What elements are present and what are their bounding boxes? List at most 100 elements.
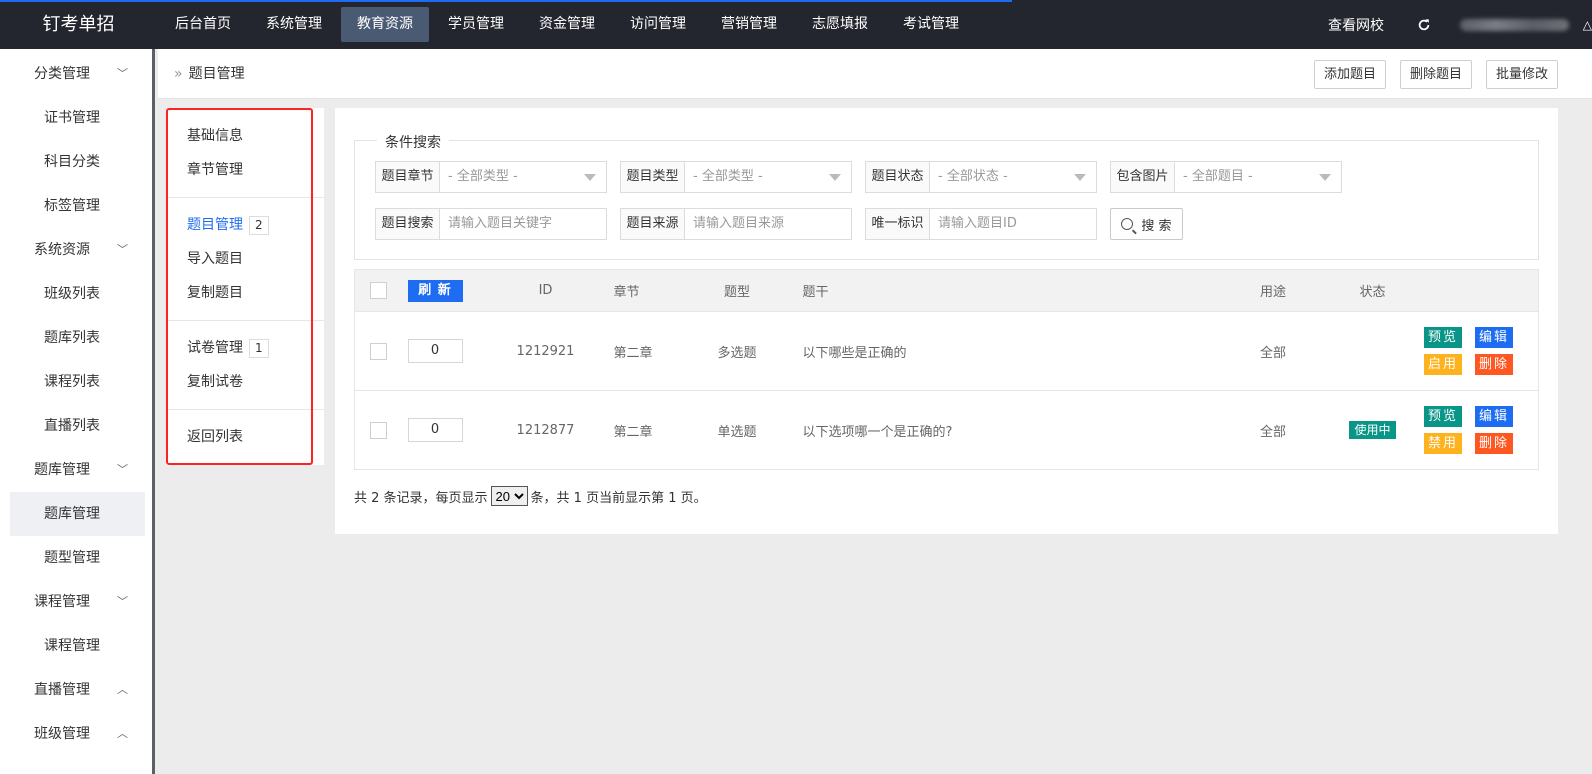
filter-value: - 全部题目 - xyxy=(1175,162,1341,192)
nav-funds[interactable]: 资金管理 xyxy=(523,0,611,49)
delete-button[interactable]: 删除 xyxy=(1475,433,1513,454)
status-filter[interactable]: 题目状态 - 全部状态 - xyxy=(865,161,1097,193)
add-question-button[interactable]: 添加题目 xyxy=(1313,60,1386,89)
sidebar-item-banks[interactable]: 题库列表 xyxy=(0,316,152,360)
row-checkbox[interactable] xyxy=(369,342,387,360)
sidebar-item-tag[interactable]: 标签管理 xyxy=(0,184,152,228)
status-badge: 使用中 xyxy=(1349,421,1396,439)
sidebar-group-resources[interactable]: 系统资源 ﹀ xyxy=(0,228,152,272)
sidebar-item-certificate[interactable]: 证书管理 xyxy=(0,96,152,140)
sidebar-item-question-types[interactable]: 题型管理 xyxy=(0,536,152,580)
filter-label: 题目状态 xyxy=(866,162,930,192)
nav-system[interactable]: 系统管理 xyxy=(250,0,338,49)
user-menu[interactable]: △ xyxy=(1442,18,1592,32)
nav-label: 志愿填报 xyxy=(812,16,868,32)
nav-students[interactable]: 学员管理 xyxy=(432,0,520,49)
cell-type: 单选题 xyxy=(684,390,790,470)
sidebar-group-label: 班级管理 xyxy=(34,726,90,742)
divider xyxy=(166,409,324,410)
sidebar-group-label: 直播管理 xyxy=(34,682,90,698)
submenu-basic-info[interactable]: 基础信息 xyxy=(166,119,324,153)
keyword-field[interactable]: 题目搜索 请输入题目关键字 xyxy=(375,208,607,240)
select-value: - 全部题目 - xyxy=(1183,169,1253,184)
col-status: 状态 xyxy=(1321,269,1424,312)
sidebar-group-bank-mgmt[interactable]: 题库管理 ﹀ xyxy=(0,448,152,492)
sidebar-item-live[interactable]: 直播列表 xyxy=(0,404,152,448)
page-size-select[interactable]: 20 xyxy=(490,486,528,506)
source-field[interactable]: 题目来源 请输入题目来源 xyxy=(620,208,852,240)
submenu-chapter[interactable]: 章节管理 xyxy=(166,153,324,187)
nav-home[interactable]: 后台首页 xyxy=(159,0,247,49)
user-name-blurred xyxy=(1460,18,1569,31)
nav-marketing[interactable]: 营销管理 xyxy=(705,0,793,49)
chevron-down-icon: ﹀ xyxy=(117,243,128,256)
sidebar-group-class-mgmt[interactable]: 班级管理 ︿ xyxy=(0,712,152,756)
enable-button[interactable]: 启用 xyxy=(1424,354,1462,375)
preview-button[interactable]: 预览 xyxy=(1424,327,1462,348)
keyword-input[interactable]: 请输入题目关键字 xyxy=(440,209,606,239)
cell-status: 使用中 xyxy=(1321,390,1424,470)
cell-usage: 全部 xyxy=(1224,311,1322,391)
chapter-filter[interactable]: 题目章节 - 全部类型 - xyxy=(375,161,607,193)
row-select-cell xyxy=(354,311,402,391)
cell-id: 1212877 xyxy=(501,390,590,470)
app-logo[interactable]: 钉考单招 xyxy=(0,0,157,49)
disable-button[interactable]: 禁用 xyxy=(1424,433,1462,454)
sidebar-item-courses[interactable]: 课程列表 xyxy=(0,360,152,404)
nav-education[interactable]: 教育资源 xyxy=(341,0,429,49)
submenu-label: 题目管理 xyxy=(187,217,243,233)
nav-label: 访问管理 xyxy=(630,16,686,32)
refresh-button[interactable]: 刷 新 xyxy=(407,279,463,302)
top-right-tools: 查看网校 △ xyxy=(1306,0,1592,49)
submenu-back[interactable]: 返回列表 xyxy=(166,420,324,454)
image-filter[interactable]: 包含图片 - 全部题目 - xyxy=(1110,161,1342,193)
pager-suffix: 条，共 1 页当前显示第 1 页。 xyxy=(530,490,707,506)
sidebar-item-bank-mgmt[interactable]: 题库管理 xyxy=(10,492,145,536)
nav-access[interactable]: 访问管理 xyxy=(614,0,702,49)
search-button[interactable]: 搜 索 xyxy=(1110,208,1183,240)
edit-button[interactable]: 编辑 xyxy=(1475,406,1513,427)
uid-input[interactable]: 请输入题目ID xyxy=(930,209,1096,239)
sort-order-input[interactable]: 0 xyxy=(407,418,463,442)
col-actions xyxy=(1423,269,1539,312)
chevron-up-icon: ︿ xyxy=(117,727,128,740)
sidebar-item-classes[interactable]: 班级列表 xyxy=(0,272,152,316)
edit-button[interactable]: 编辑 xyxy=(1475,327,1513,348)
select-value: - 全部类型 - xyxy=(693,169,763,184)
sort-cell: 0 xyxy=(401,311,502,391)
submenu-copy-question[interactable]: 复制题目 xyxy=(166,276,324,310)
nav-exam[interactable]: 考试管理 xyxy=(887,0,975,49)
delete-button[interactable]: 删除 xyxy=(1475,354,1513,375)
cell-chapter: 第二章 xyxy=(589,311,685,391)
delete-question-button[interactable]: 删除题目 xyxy=(1399,60,1472,89)
content-panel: 条件搜索 题目章节 - 全部类型 - 题目类型 - 全部类型 - 题目状态 - … xyxy=(335,108,1558,534)
type-filter[interactable]: 题目类型 - 全部类型 - xyxy=(620,161,852,193)
header-actions: 添加题目 删除题目 批量修改 xyxy=(1300,60,1558,89)
triangle-down-icon xyxy=(829,174,841,181)
count-badge: 1 xyxy=(249,339,269,358)
submenu-import[interactable]: 导入题目 xyxy=(166,242,324,276)
submenu-questions[interactable]: 题目管理 2 xyxy=(166,208,324,242)
refresh-icon[interactable] xyxy=(1406,18,1442,32)
view-site-link[interactable]: 查看网校 xyxy=(1306,15,1406,35)
nav-label: 系统管理 xyxy=(266,16,322,32)
select-all-checkbox[interactable] xyxy=(369,282,387,299)
preview-button[interactable]: 预览 xyxy=(1424,406,1462,427)
batch-edit-button[interactable]: 批量修改 xyxy=(1485,60,1558,89)
sidebar: 分类管理 ﹀ 证书管理 科目分类 标签管理 系统资源 ﹀ 班级列表 题库列表 课程列… xyxy=(0,49,155,774)
sidebar-group-live-mgmt[interactable]: 直播管理 ︿ xyxy=(0,668,152,712)
nav-volunteer[interactable]: 志愿填报 xyxy=(796,0,884,49)
row-checkbox[interactable] xyxy=(369,421,387,439)
submenu-copy-paper[interactable]: 复制试卷 xyxy=(166,365,324,399)
sidebar-item-course-mgmt[interactable]: 课程管理 xyxy=(0,624,152,668)
sidebar-group-course-mgmt[interactable]: 课程管理 ﹀ xyxy=(0,580,152,624)
sort-order-input[interactable]: 0 xyxy=(407,339,463,363)
sidebar-item-subject[interactable]: 科目分类 xyxy=(0,140,152,184)
uid-field[interactable]: 唯一标识 请输入题目ID xyxy=(865,208,1097,240)
submenu-papers[interactable]: 试卷管理 1 xyxy=(166,331,324,365)
nav-label: 后台首页 xyxy=(175,16,231,32)
nav-label: 营销管理 xyxy=(721,16,777,32)
sidebar-group-category[interactable]: 分类管理 ﹀ xyxy=(0,52,152,96)
source-input[interactable]: 请输入题目来源 xyxy=(685,209,851,239)
cell-id: 1212921 xyxy=(501,311,590,391)
